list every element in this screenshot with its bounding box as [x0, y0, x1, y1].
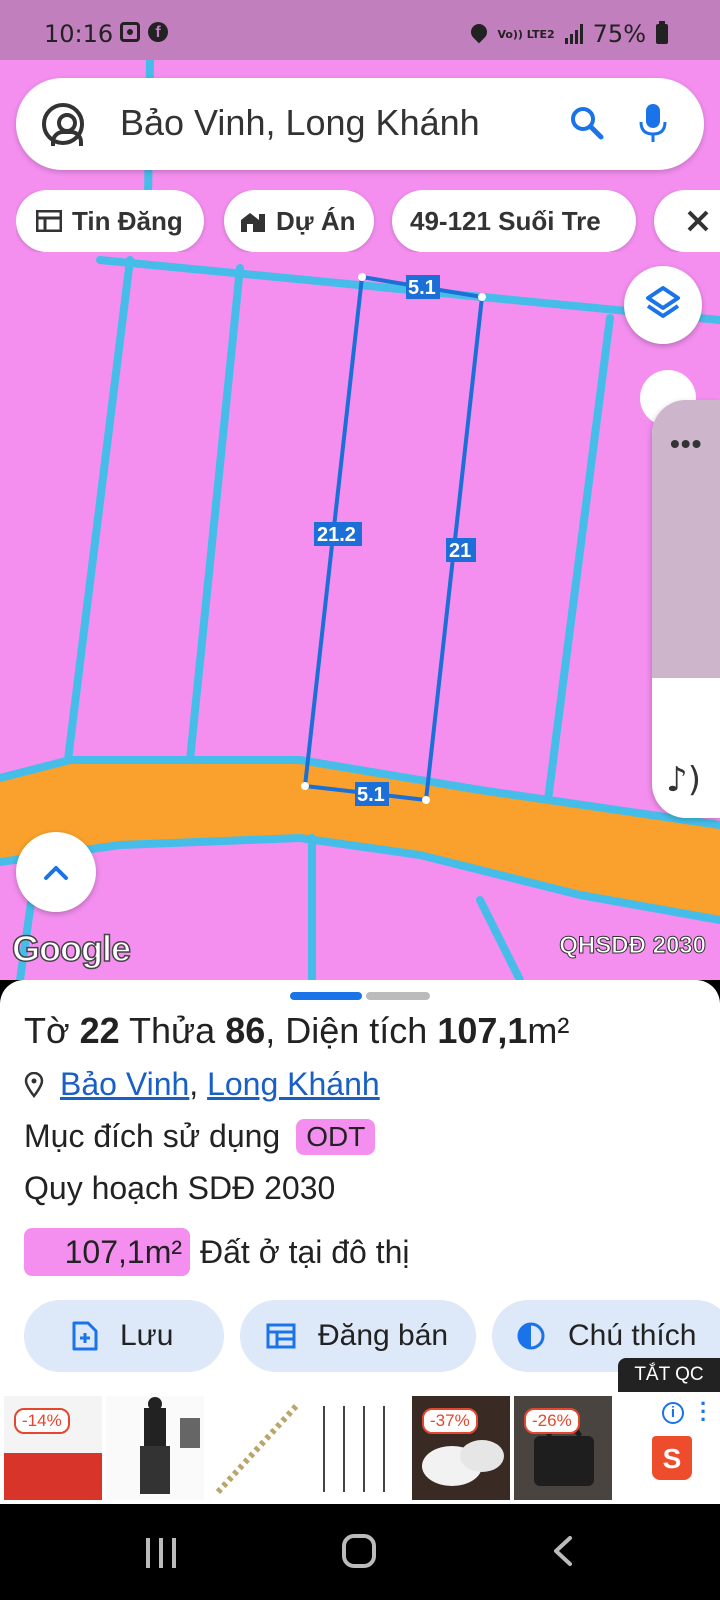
- status-bar: 10:16 f Vo)) LTE2 75%: [0, 0, 720, 60]
- search-icon[interactable]: [570, 106, 604, 140]
- chip-label: 49-121 Suối Tre: [410, 205, 601, 236]
- listing-icon: [36, 210, 62, 232]
- legend-label: Chú thích: [568, 1319, 697, 1352]
- ad-product-bag[interactable]: -26%: [514, 1396, 612, 1500]
- edge-label-right: 21: [449, 540, 471, 562]
- land-purpose: Mục đích sử dụng ODT: [24, 1118, 376, 1155]
- layers-button[interactable]: [624, 266, 702, 344]
- discount-badge: -37%: [422, 1408, 478, 1434]
- search-input[interactable]: Bảo Vinh, Long Khánh: [120, 102, 480, 144]
- parcel-number: 86: [225, 1010, 266, 1051]
- plan-area-badge: 107,1m²: [24, 1228, 190, 1276]
- save-button[interactable]: Lưu: [24, 1300, 224, 1372]
- ad-product-shoes[interactable]: -14%: [4, 1396, 102, 1500]
- ad-banner[interactable]: -14% -37% -26% i · · · S: [0, 1392, 720, 1504]
- system-nav-bar: [0, 1504, 720, 1600]
- parcel-info-sheet: Tờ 22 Thửa 86, Diện tích 107,1m² Bảo Vin…: [0, 980, 720, 1392]
- purpose-code-badge: ODT: [296, 1118, 376, 1155]
- filter-chips: Tin Đăng Dự Án 49-121 Suối Tre: [16, 190, 720, 252]
- ad-info-icon[interactable]: i: [662, 1402, 684, 1424]
- status-time: 10:16: [44, 20, 114, 48]
- facebook-icon: f: [148, 22, 168, 42]
- layers-icon: [646, 286, 680, 318]
- shopee-logo: S: [652, 1436, 692, 1480]
- pin-icon: [24, 1071, 44, 1098]
- edge-label-bottom: 5.1: [357, 784, 385, 806]
- calendar-icon: [266, 1323, 296, 1349]
- location-icon: [471, 24, 487, 44]
- chip-tools[interactable]: [654, 190, 720, 252]
- wifi-lte-icon: Vo)) LTE2: [497, 27, 555, 41]
- ad-product-hooks[interactable]: [310, 1396, 408, 1500]
- expand-up-button[interactable]: [16, 832, 96, 912]
- plan-land-type: Đất ở tại đô thị: [200, 1233, 410, 1270]
- search-bar[interactable]: Bảo Vinh, Long Khánh: [16, 78, 704, 170]
- add-file-icon: [72, 1321, 98, 1351]
- turn-off-ads-button[interactable]: TẮT QC: [618, 1358, 720, 1392]
- back-button[interactable]: [552, 1536, 574, 1566]
- save-label: Lưu: [120, 1319, 174, 1352]
- recents-button[interactable]: [146, 1538, 176, 1568]
- post-sale-label: Đăng bán: [318, 1319, 449, 1352]
- chevron-up-icon: [44, 866, 68, 880]
- home-button[interactable]: [342, 1534, 376, 1568]
- edge-label-top: 5.1: [408, 277, 436, 299]
- chip-suoi-tre[interactable]: 49-121 Suối Tre: [392, 190, 636, 252]
- parcel-title: Tờ 22 Thửa 86, Diện tích 107,1m²: [24, 1010, 570, 1051]
- discount-badge: -14%: [14, 1408, 70, 1434]
- mic-icon[interactable]: [638, 102, 668, 144]
- account-icon[interactable]: [42, 103, 84, 146]
- floating-side-panel[interactable]: ••• ♪): [652, 400, 720, 818]
- parcel-area: 107,1: [437, 1010, 528, 1051]
- chip-label: Dự Án: [276, 205, 356, 236]
- map-layer-label: QHSDĐ 2030: [559, 932, 707, 960]
- action-buttons: Lưu Đăng bán Chú thích: [0, 1300, 720, 1372]
- ad-menu-icon[interactable]: · · ·: [700, 1393, 710, 1431]
- post-sale-button[interactable]: Đăng bán: [240, 1300, 476, 1372]
- signal-icon: [564, 24, 583, 44]
- sheet-handle[interactable]: [290, 992, 362, 1000]
- chip-label: Tin Đăng: [72, 205, 183, 236]
- plan-area-row: 107,1m² Đất ở tại đô thị: [24, 1228, 410, 1276]
- audio-icon[interactable]: ♪): [666, 760, 701, 800]
- parcel-address: Bảo Vinh, Long Khánh: [24, 1066, 380, 1103]
- contrast-icon: [517, 1322, 545, 1350]
- chip-tin-dang[interactable]: Tin Đăng: [16, 190, 204, 252]
- notification-app-icon: [120, 22, 140, 42]
- tools-icon: [687, 210, 709, 232]
- chip-du-an[interactable]: Dự Án: [224, 190, 374, 252]
- google-logo: Google: [11, 927, 132, 970]
- city-link[interactable]: Long Khánh: [207, 1066, 380, 1103]
- ad-product-sneakers[interactable]: -37%: [412, 1396, 510, 1500]
- ad-product-strip[interactable]: [208, 1396, 306, 1500]
- battery-percent: 75%: [592, 20, 646, 48]
- edge-label-left: 21.2: [317, 524, 356, 546]
- plan-title: Quy hoạch SDĐ 2030: [24, 1170, 336, 1206]
- sheet-number: 22: [79, 1010, 120, 1051]
- battery-icon: [656, 21, 668, 44]
- sheet-handle-secondary[interactable]: [366, 992, 430, 1000]
- ad-product-waders[interactable]: [106, 1396, 204, 1500]
- more-icon[interactable]: •••: [670, 428, 702, 460]
- buildings-icon: [241, 213, 265, 232]
- ward-link[interactable]: Bảo Vinh: [60, 1066, 189, 1103]
- discount-badge: -26%: [524, 1408, 580, 1434]
